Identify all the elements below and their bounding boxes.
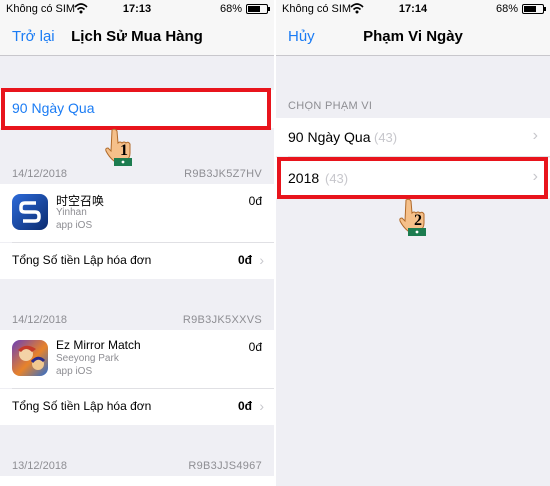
section-header: CHỌN PHẠM VI: [288, 100, 373, 112]
purchase-item[interactable]: [0, 476, 274, 486]
battery-icon: [522, 4, 546, 14]
nav-bar: Hủy Phạm Vi Ngày: [276, 18, 550, 56]
status-bar: Không có SIM 17:13 68%: [0, 0, 274, 18]
option-count: (43): [374, 130, 398, 145]
chevron-right-icon: ›: [532, 127, 538, 144]
order-id: R9B3JK5XXVS: [182, 314, 262, 326]
battery-icon: [246, 4, 270, 14]
pointing-hand-icon: 1: [100, 126, 140, 168]
total-row[interactable]: Tổng Số tiền Lập hóa đơn 0đ ›: [0, 389, 274, 425]
purchase-date: 14/12/2018: [12, 168, 68, 180]
battery-percent: 68%: [219, 3, 242, 15]
pointing-hand-icon: 2: [394, 196, 434, 238]
purchase-item[interactable]: Ez Mirror Match Seeyong Park app iOS 0đ: [0, 330, 274, 388]
purchase-item[interactable]: 时空召唤 Yinhan app iOS 0đ: [0, 184, 274, 242]
app-icon: [12, 194, 48, 230]
battery-percent: 68%: [495, 3, 518, 15]
app-developer: Yinhan: [56, 207, 87, 218]
app-name: Ez Mirror Match: [56, 338, 141, 352]
page-title: Lịch Sử Mua Hàng: [71, 28, 203, 45]
option-label: 90 Ngày Qua: [288, 129, 371, 145]
order-id: R9B3JJS4967: [188, 460, 262, 472]
highlight-box: [277, 157, 548, 199]
purchase-history-screen: Không có SIM 17:13 68% Trở lại Lịch Sử M…: [0, 0, 274, 486]
purchase-date: 13/12/2018: [12, 460, 68, 472]
total-row[interactable]: Tổng Số tiền Lập hóa đơn 0đ ›: [0, 243, 274, 279]
chevron-right-icon: ›: [259, 398, 264, 414]
chevron-right-icon: ›: [259, 252, 264, 268]
total-value: 0đ: [237, 253, 252, 267]
nav-bar: Trở lại Lịch Sử Mua Hàng: [0, 18, 274, 56]
app-price: 0đ: [248, 194, 262, 208]
range-option-90-days[interactable]: 90 Ngày Qua (43) ›: [276, 118, 550, 156]
app-type: app iOS: [56, 366, 93, 377]
step-number: 1: [120, 142, 128, 159]
purchase-date: 14/12/2018: [12, 314, 68, 326]
date-range-screen: Không có SIM 17:14 68% Hủy Phạm Vi Ngày …: [276, 0, 550, 486]
total-value: 0đ: [237, 399, 252, 413]
highlight-box: [1, 88, 271, 130]
page-title: Phạm Vi Ngày: [363, 28, 463, 45]
status-bar: Không có SIM 17:14 68%: [276, 0, 550, 18]
app-type: app iOS: [56, 220, 93, 231]
app-icon: [12, 340, 48, 376]
step-number: 2: [414, 212, 422, 229]
total-label: Tổng Số tiền Lập hóa đơn: [12, 399, 152, 413]
app-developer: Seeyong Park: [56, 353, 119, 364]
order-id: R9B3JK5Z7HV: [184, 168, 262, 180]
total-label: Tổng Số tiền Lập hóa đơn: [12, 253, 152, 267]
app-price: 0đ: [248, 340, 262, 354]
